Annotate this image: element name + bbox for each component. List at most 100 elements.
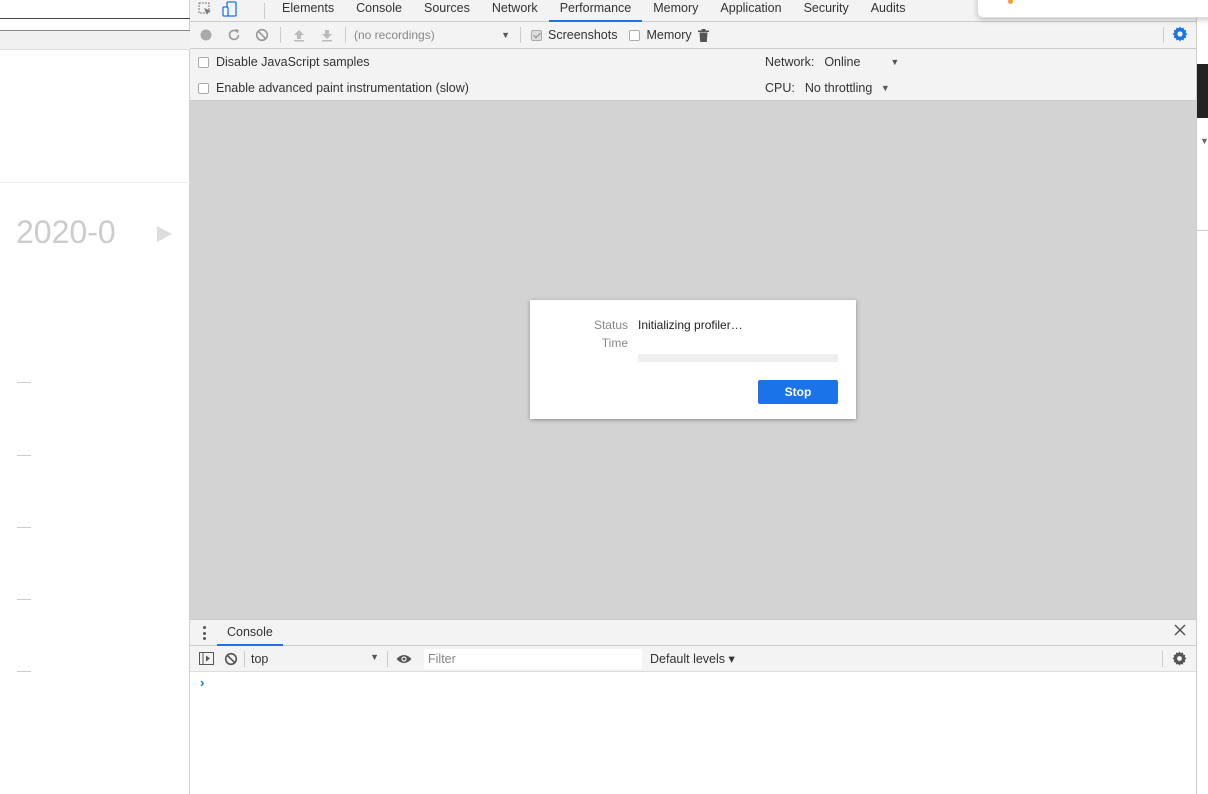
list-dash: [17, 382, 31, 383]
toolbar-separator: [1163, 27, 1164, 43]
network-throttle-row: Network: Online ▼: [765, 52, 899, 72]
toolbar-separator: [520, 27, 521, 43]
tab-separator: [264, 2, 265, 19]
memory-checkbox[interactable]: [629, 29, 641, 41]
tab-label: Audits: [870, 1, 906, 15]
drawer-tab-console[interactable]: Console: [217, 620, 283, 646]
capture-settings-gear-icon[interactable]: [1172, 26, 1188, 47]
toolbar-separator: [1162, 651, 1163, 667]
log-levels-select[interactable]: Default levels ▾: [650, 651, 735, 666]
cpu-throttle-row: CPU: No throttling ▼: [765, 78, 890, 98]
enable-paint-label: Enable advanced paint instrumentation (s…: [216, 81, 469, 95]
console-output[interactable]: ›: [190, 672, 1196, 794]
screenshots-checkbox[interactable]: [531, 29, 542, 41]
close-icon[interactable]: [1174, 623, 1186, 641]
tab-elements[interactable]: Elements: [271, 0, 345, 22]
performance-toolbar: (no recordings) ▼ Screenshots Memory: [190, 22, 1196, 49]
tab-sources[interactable]: Sources: [413, 0, 481, 22]
page-header-bar: [0, 30, 190, 50]
list-dash: [17, 671, 31, 672]
page-top-line: [0, 18, 190, 19]
tab-label: Console: [356, 1, 402, 15]
popup-dot-icon: [1008, 0, 1013, 4]
toolbar-separator: [387, 650, 388, 667]
status-value: Initializing profiler…: [638, 318, 743, 332]
trash-icon[interactable]: [692, 22, 716, 49]
list-dash: [17, 527, 31, 528]
console-toolbar: top ▼ Default levels ▾: [190, 646, 1196, 672]
recordings-select[interactable]: (no recordings) ▼: [350, 25, 516, 45]
notification-popup[interactable]: [977, 0, 1208, 18]
page-date-text: 2020-0: [16, 214, 116, 250]
tab-label: Security: [803, 1, 849, 15]
disable-js-samples-row[interactable]: Disable JavaScript samples: [198, 52, 370, 72]
tab-performance[interactable]: Performance: [548, 0, 643, 22]
sidebar-toggle-icon[interactable]: [192, 645, 220, 672]
list-dash: [17, 599, 31, 600]
tab-console[interactable]: Console: [345, 0, 413, 22]
play-icon[interactable]: [157, 226, 172, 242]
tab-label: Network: [491, 1, 538, 15]
chevron-down-icon: ▼: [370, 651, 379, 662]
network-select-value: Online: [824, 55, 861, 69]
reload-record-icon[interactable]: [220, 22, 248, 49]
devtools-panel: Elements Console Sources Network Perform…: [190, 0, 1196, 794]
toolbar-separator: [244, 650, 245, 667]
record-icon[interactable]: [192, 22, 220, 49]
tab-label: Memory: [653, 1, 699, 15]
context-select-value: top: [251, 651, 269, 666]
cpu-label: CPU:: [765, 81, 795, 95]
status-label: Status: [593, 318, 628, 332]
context-select[interactable]: top ▼: [247, 652, 383, 666]
tab-security[interactable]: Security: [793, 0, 860, 22]
disable-js-samples-checkbox[interactable]: [198, 56, 209, 68]
console-prompt: ›: [200, 675, 205, 690]
chevron-down-icon: ▼: [1200, 136, 1208, 146]
network-select[interactable]: Online: [824, 55, 890, 69]
enable-paint-row[interactable]: Enable advanced paint instrumentation (s…: [198, 78, 469, 98]
clear-console-icon[interactable]: [220, 645, 242, 672]
chevron-down-icon: ▼: [890, 57, 900, 67]
time-label: Time: [601, 336, 628, 350]
eye-icon[interactable]: [392, 645, 416, 672]
enable-paint-checkbox[interactable]: [198, 82, 209, 94]
right-edge-strip: ▼: [1196, 0, 1208, 794]
download-icon[interactable]: [313, 22, 341, 49]
dark-panel-edge: [1197, 64, 1208, 118]
list-dash: [17, 455, 31, 456]
device-toolbar-icon[interactable]: [222, 1, 238, 20]
console-filter-input[interactable]: [424, 648, 642, 669]
progress-bar: [638, 354, 838, 362]
toolbar-separator: [280, 27, 281, 43]
drawer-tab-bar: Console: [190, 619, 1196, 646]
cpu-select-value: No throttling: [804, 81, 873, 95]
clear-icon[interactable]: [248, 22, 276, 49]
console-settings-gear-icon[interactable]: [1172, 651, 1187, 671]
tab-label: Elements: [282, 1, 335, 15]
toolbar-separator: [345, 27, 346, 43]
tab-network[interactable]: Network: [481, 0, 549, 22]
host-page: 2020-0: [0, 0, 190, 794]
chevron-down-icon: ▼: [501, 30, 510, 40]
disable-js-samples-label: Disable JavaScript samples: [216, 55, 370, 69]
cpu-select[interactable]: No throttling: [805, 81, 881, 95]
tab-label: Application: [720, 1, 782, 15]
upload-icon[interactable]: [285, 22, 313, 49]
network-label: Network:: [765, 55, 815, 69]
more-tools-icon[interactable]: [202, 626, 206, 640]
page-divider: [0, 182, 190, 183]
tab-application[interactable]: Application: [709, 0, 792, 22]
profiler-status-dialog: Status Initializing profiler… Time Stop: [530, 300, 856, 419]
memory-label: Memory: [646, 28, 692, 42]
tab-label: Performance: [559, 1, 632, 15]
timeline-area: Status Initializing profiler… Time Stop: [190, 101, 1196, 619]
tab-audits[interactable]: Audits: [860, 0, 917, 22]
screenshots-label: Screenshots: [548, 28, 618, 42]
tab-memory[interactable]: Memory: [642, 0, 709, 22]
inspect-element-icon[interactable]: [198, 2, 212, 19]
chevron-down-icon: ▼: [880, 83, 890, 93]
stop-button[interactable]: Stop: [758, 380, 838, 404]
tab-label: Sources: [423, 1, 470, 15]
capture-settings-pane: Disable JavaScript samples Enable advanc…: [190, 49, 1196, 101]
recordings-select-value: (no recordings): [354, 28, 435, 42]
